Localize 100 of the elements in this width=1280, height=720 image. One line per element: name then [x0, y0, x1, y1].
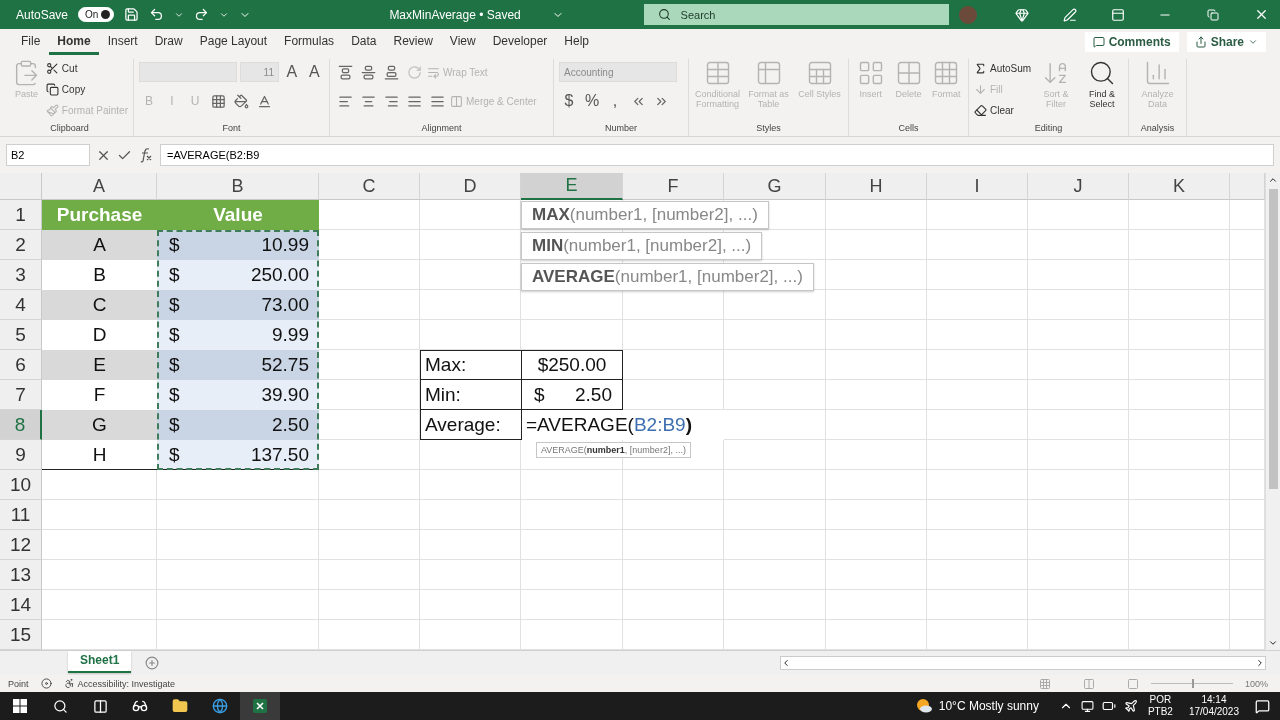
- search-icon[interactable]: [52, 698, 68, 714]
- table-cell[interactable]: [521, 500, 623, 530]
- table-cell[interactable]: [826, 560, 927, 590]
- row-header[interactable]: 2: [0, 230, 42, 260]
- table-cell[interactable]: [724, 440, 826, 470]
- menu-tab[interactable]: Formulas: [276, 29, 343, 55]
- table-cell[interactable]: [826, 470, 927, 500]
- menu-tab[interactable]: Developer: [484, 29, 556, 55]
- column-header[interactable]: K: [1129, 173, 1230, 200]
- name-box[interactable]: B2: [6, 144, 90, 166]
- spreadsheet-app-icon[interactable]: [240, 692, 280, 720]
- redo-icon[interactable]: [193, 7, 209, 22]
- table-cell[interactable]: [420, 590, 521, 620]
- ribbon-button[interactable]: A: [304, 63, 324, 81]
- add-sheet-icon[interactable]: [145, 656, 160, 670]
- table-cell[interactable]: [521, 470, 623, 500]
- column-header[interactable]: F: [623, 173, 724, 200]
- cell-editor[interactable]: =AVERAGE(B2:B9): [521, 410, 724, 440]
- column-header[interactable]: J: [1028, 173, 1129, 200]
- scroll-down-icon[interactable]: [1268, 638, 1278, 648]
- task-view-icon[interactable]: [92, 698, 108, 714]
- table-cell[interactable]: [319, 260, 420, 290]
- row-header[interactable]: 3: [0, 260, 42, 290]
- column-header[interactable]: D: [420, 173, 521, 200]
- table-cell[interactable]: [826, 320, 927, 350]
- table-cell[interactable]: [826, 440, 927, 470]
- ribbon-button[interactable]: AutoSum: [974, 59, 1032, 78]
- table-cell[interactable]: [42, 500, 157, 530]
- undo-icon[interactable]: [148, 7, 164, 22]
- menu-tab[interactable]: Data: [343, 29, 385, 55]
- column-header[interactable]: C: [319, 173, 420, 200]
- table-cell[interactable]: [623, 470, 724, 500]
- table-cell[interactable]: [724, 380, 826, 410]
- table-cell[interactable]: [1129, 470, 1230, 500]
- formula-field[interactable]: =AVERAGE(B2:B9: [160, 144, 1274, 166]
- table-cell[interactable]: [521, 560, 623, 590]
- menu-tab[interactable]: File: [13, 29, 49, 55]
- column-header[interactable]: I: [927, 173, 1028, 200]
- table-cell[interactable]: [1028, 260, 1129, 290]
- table-cell[interactable]: [1129, 260, 1230, 290]
- table-cell[interactable]: [1028, 320, 1129, 350]
- row-header[interactable]: 9: [0, 440, 42, 470]
- table-cell[interactable]: [623, 560, 724, 590]
- scroll-thumb[interactable]: [1268, 189, 1278, 489]
- table-cell[interactable]: [826, 380, 927, 410]
- autosave-toggle[interactable]: On: [78, 7, 114, 22]
- table-cell[interactable]: [1028, 560, 1129, 590]
- table-cell[interactable]: [927, 230, 1028, 260]
- column-header[interactable]: H: [826, 173, 927, 200]
- ribbon-button[interactable]: $: [559, 92, 579, 110]
- table-cell[interactable]: [1129, 230, 1230, 260]
- function-icon[interactable]: [138, 147, 154, 163]
- row-header[interactable]: 1: [0, 200, 42, 230]
- table-cell[interactable]: [826, 260, 927, 290]
- row-header[interactable]: 14: [0, 590, 42, 620]
- airplane-icon[interactable]: [1123, 699, 1138, 713]
- table-cell[interactable]: [319, 290, 420, 320]
- menu-tab[interactable]: Draw: [146, 29, 191, 55]
- comments-button[interactable]: Comments: [1084, 32, 1179, 52]
- horizontal-scrollbar[interactable]: [780, 656, 1266, 670]
- table-cell[interactable]: [521, 590, 623, 620]
- monitor-icon[interactable]: [1080, 699, 1094, 713]
- page-layout-icon[interactable]: [1082, 677, 1095, 690]
- table-cell[interactable]: [319, 500, 420, 530]
- table-cell[interactable]: [724, 500, 826, 530]
- row-header[interactable]: 12: [0, 530, 42, 560]
- table-cell[interactable]: [319, 590, 420, 620]
- table-cell[interactable]: [724, 410, 826, 440]
- weather-text[interactable]: 10°C Mostly sunny: [938, 699, 1039, 713]
- table-cell[interactable]: [826, 530, 927, 560]
- row-header[interactable]: 8: [0, 410, 42, 440]
- table-cell[interactable]: [826, 590, 927, 620]
- table-cell[interactable]: [927, 380, 1028, 410]
- input-language[interactable]: POR PTB2: [1147, 693, 1173, 719]
- page-break-icon[interactable]: [1126, 677, 1139, 690]
- menu-tab[interactable]: View: [441, 29, 484, 55]
- table-cell[interactable]: [1028, 290, 1129, 320]
- table-cell[interactable]: [826, 200, 927, 230]
- select-all-corner[interactable]: [0, 173, 42, 200]
- table-cell[interactable]: [927, 290, 1028, 320]
- clock[interactable]: 14:14 17/04/2023: [1188, 693, 1239, 719]
- table-cell[interactable]: [1129, 320, 1230, 350]
- table-cell[interactable]: [1028, 410, 1129, 440]
- table-cell[interactable]: [42, 530, 157, 560]
- table-cell[interactable]: [157, 530, 319, 560]
- table-cell[interactable]: [1028, 350, 1129, 380]
- diamond-icon[interactable]: [1015, 7, 1030, 22]
- share-button[interactable]: Share: [1186, 32, 1266, 52]
- table-cell[interactable]: [1129, 200, 1230, 230]
- menu-tab[interactable]: Insert: [99, 29, 146, 55]
- table-cell[interactable]: [927, 350, 1028, 380]
- column-header[interactable]: G: [724, 173, 826, 200]
- table-cell[interactable]: [1028, 200, 1129, 230]
- column-header[interactable]: B: [157, 173, 319, 200]
- table-cell[interactable]: [623, 530, 724, 560]
- scroll-right-icon[interactable]: [1255, 658, 1265, 668]
- search-field[interactable]: Search: [643, 4, 950, 25]
- table-cell[interactable]: [420, 290, 521, 320]
- table-cell[interactable]: [927, 500, 1028, 530]
- ribbon-button[interactable]: A: [282, 63, 302, 81]
